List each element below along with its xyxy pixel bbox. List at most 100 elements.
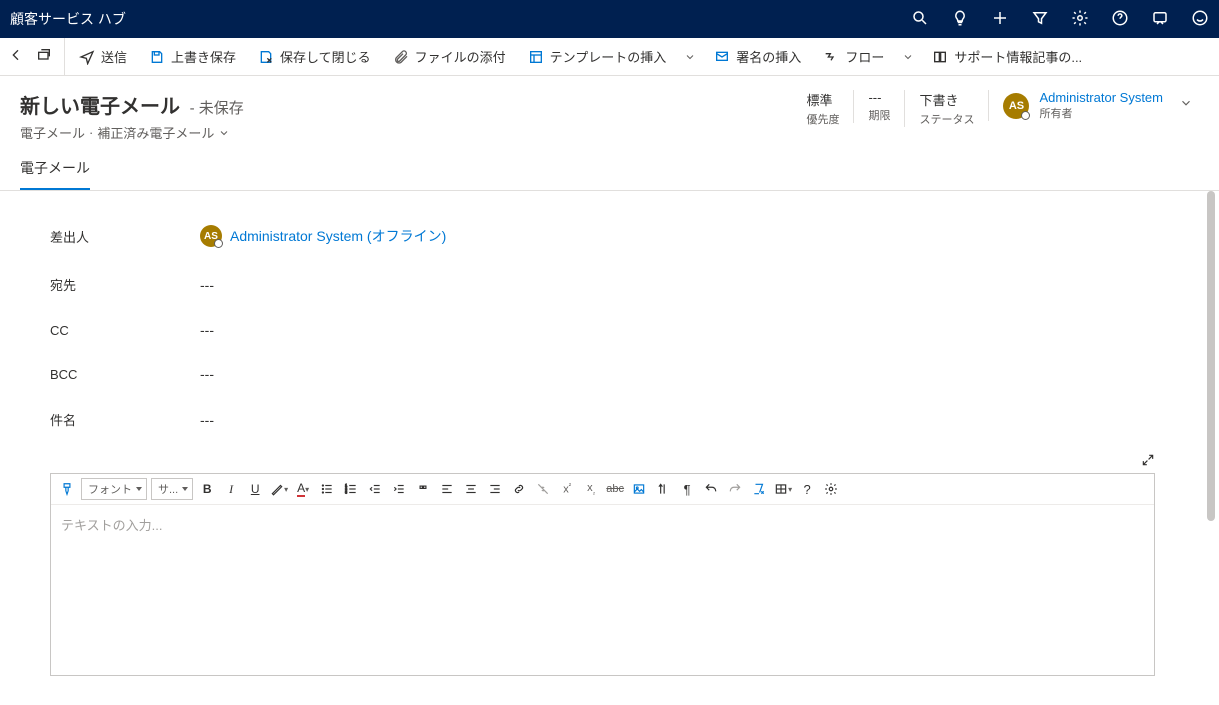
editor-help-button[interactable]: ? [797, 479, 817, 499]
priority-block[interactable]: 標準 優先度 [792, 90, 853, 127]
undo-button[interactable] [701, 479, 721, 499]
redo-button[interactable] [725, 479, 745, 499]
breadcrumb[interactable]: 電子メール · 補正済み電子メール [20, 123, 244, 142]
italic-button[interactable]: I [221, 479, 241, 499]
lightbulb-icon[interactable] [951, 9, 969, 30]
owner-label: 所有者 [1039, 105, 1163, 121]
send-label: 送信 [101, 47, 127, 66]
gear-icon[interactable] [1071, 9, 1089, 30]
page-title: 新しい電子メール [20, 96, 180, 118]
editor-body[interactable]: テキストの入力... [51, 505, 1154, 675]
align-left-button[interactable] [437, 479, 457, 499]
header-left: 新しい電子メール - 未保存 電子メール · 補正済み電子メール [20, 90, 244, 142]
bcc-label: BCC [50, 367, 200, 382]
bullet-list-button[interactable] [317, 479, 337, 499]
filter-icon[interactable] [1031, 9, 1049, 30]
priority-value: 標準 [806, 90, 839, 109]
to-value: --- [200, 277, 214, 293]
template-dropdown[interactable] [680, 47, 700, 67]
editor-settings-icon[interactable] [821, 479, 841, 499]
superscript-button[interactable]: x² [557, 479, 577, 499]
form-inner: 差出人 AS Administrator System (オフライン) 宛先 -… [16, 201, 1203, 453]
flow-dropdown[interactable] [898, 47, 918, 67]
save-close-button[interactable]: 保存して閉じる [250, 43, 379, 70]
font-size-select[interactable]: サ... [151, 478, 193, 500]
template-button[interactable]: テンプレートの挿入 [520, 43, 675, 70]
bcc-field[interactable]: BCC --- [50, 366, 1155, 382]
back-icon[interactable] [8, 47, 24, 66]
search-icon[interactable] [911, 9, 929, 30]
strikethrough-button[interactable]: abc [605, 479, 625, 499]
rich-text-editor: フォント サ... B I U ▾ A▾ 123 x² x₂ abc ¶ [50, 473, 1155, 676]
save-button[interactable]: 上書き保存 [141, 43, 244, 70]
tab-email[interactable]: 電子メール [20, 148, 90, 190]
kb-label: サポート情報記事の... [954, 47, 1082, 66]
quote-button[interactable] [413, 479, 433, 499]
bold-button[interactable]: B [197, 479, 217, 499]
help-icon[interactable] [1111, 9, 1129, 30]
svg-text:3: 3 [345, 491, 347, 495]
due-block[interactable]: --- 期限 [853, 90, 904, 123]
add-icon[interactable] [991, 9, 1009, 30]
from-field: 差出人 AS Administrator System (オフライン) [50, 225, 1155, 247]
subject-value: --- [200, 412, 214, 428]
unsaved-label: - 未保存 [184, 100, 244, 117]
underline-button[interactable]: U [245, 479, 265, 499]
from-name[interactable]: Administrator System (オフライン) [230, 226, 446, 246]
kb-button[interactable]: サポート情報記事の... [924, 43, 1090, 70]
open-tab-icon[interactable] [36, 47, 52, 66]
font-select[interactable]: フォント [81, 478, 147, 500]
send-button[interactable]: 送信 [71, 43, 135, 70]
assistant-icon[interactable] [1151, 9, 1169, 30]
text-direction-button[interactable] [653, 479, 673, 499]
header-expand-button[interactable] [1163, 90, 1199, 113]
paragraph-button[interactable]: ¶ [677, 479, 697, 499]
emoji-icon[interactable] [1191, 9, 1209, 30]
command-bar-nav [8, 38, 65, 75]
signature-button[interactable]: 署名の挿入 [706, 43, 809, 70]
scrollbar-thumb[interactable] [1207, 191, 1215, 521]
save-close-label: 保存して閉じる [280, 47, 371, 66]
status-value: 下書き [919, 90, 974, 109]
cc-value: --- [200, 322, 214, 338]
expand-editor-button[interactable] [16, 453, 1203, 473]
owner-block[interactable]: AS Administrator System 所有者 [988, 90, 1163, 121]
presence-icon [1021, 111, 1030, 120]
status-label: ステータス [919, 111, 974, 127]
outdent-button[interactable] [365, 479, 385, 499]
table-button[interactable]: ▾ [773, 479, 793, 499]
owner-initials: AS [1009, 100, 1024, 112]
font-color-button[interactable]: A▾ [293, 479, 313, 499]
breadcrumb-sep: · [89, 125, 93, 140]
signature-label: 署名の挿入 [736, 47, 801, 66]
topbar-icon-group [911, 9, 1209, 30]
cc-label: CC [50, 323, 200, 338]
image-button[interactable] [629, 479, 649, 499]
save-label: 上書き保存 [171, 47, 236, 66]
owner-name[interactable]: Administrator System [1039, 90, 1163, 105]
form-tabs: 電子メール [0, 148, 1219, 191]
clear-format-button[interactable] [749, 479, 769, 499]
chevron-down-icon [218, 127, 230, 139]
subject-field[interactable]: 件名 --- [50, 410, 1155, 429]
flow-button[interactable]: フロー [815, 43, 892, 70]
subject-label: 件名 [50, 410, 200, 429]
unlink-button[interactable] [533, 479, 553, 499]
number-list-button[interactable]: 123 [341, 479, 361, 499]
due-value: --- [868, 90, 890, 105]
align-right-button[interactable] [485, 479, 505, 499]
link-button[interactable] [509, 479, 529, 499]
attach-button[interactable]: ファイルの添付 [385, 43, 514, 70]
breadcrumb-view: 補正済み電子メール [97, 123, 214, 142]
subscript-button[interactable]: x₂ [581, 479, 601, 499]
from-value[interactable]: AS Administrator System (オフライン) [200, 225, 446, 247]
format-painter-icon[interactable] [57, 479, 77, 499]
indent-button[interactable] [389, 479, 409, 499]
align-center-button[interactable] [461, 479, 481, 499]
to-field[interactable]: 宛先 --- [50, 275, 1155, 294]
scrollbar-track[interactable] [1205, 191, 1217, 705]
highlight-button[interactable]: ▾ [269, 479, 289, 499]
status-block[interactable]: 下書き ステータス [904, 90, 988, 127]
cc-field[interactable]: CC --- [50, 322, 1155, 338]
command-bar: 送信 上書き保存 保存して閉じる ファイルの添付 テンプレートの挿入 署名の挿入… [0, 38, 1219, 76]
